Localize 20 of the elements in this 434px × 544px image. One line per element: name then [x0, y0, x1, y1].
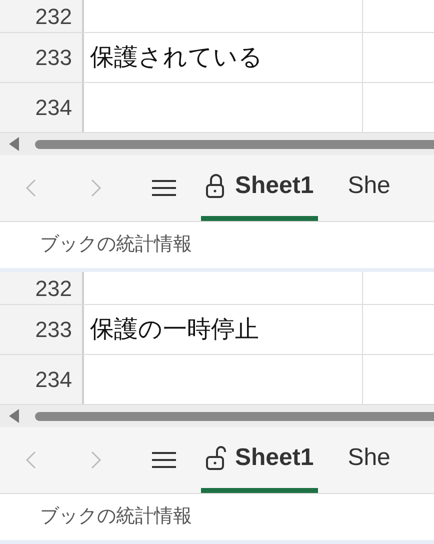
previous-icon[interactable]	[25, 178, 37, 198]
workbook-statistics-label[interactable]: ブックの統計情報	[40, 502, 192, 532]
next-icon[interactable]	[90, 450, 102, 470]
scroll-left-icon[interactable]	[9, 409, 21, 423]
sheet-tab[interactable]: She	[348, 427, 390, 493]
scrollbar-thumb[interactable]	[35, 412, 434, 420]
scroll-left-icon[interactable]	[9, 137, 21, 151]
menu-icon[interactable]	[151, 450, 177, 470]
next-icon[interactable]	[90, 178, 102, 198]
row-header: 232	[0, 272, 84, 304]
row-header: 234	[0, 83, 84, 132]
scrollbar-thumb[interactable]	[35, 140, 434, 148]
row-header: 232	[0, 0, 84, 32]
sheet-tab[interactable]: She	[348, 155, 390, 221]
row-header: 233	[0, 305, 84, 354]
row-header: 233	[0, 33, 84, 82]
row-header: 234	[0, 355, 84, 404]
previous-icon[interactable]	[25, 450, 37, 470]
workbook-statistics-label[interactable]: ブックの統計情報	[40, 230, 192, 260]
menu-icon[interactable]	[151, 178, 177, 198]
